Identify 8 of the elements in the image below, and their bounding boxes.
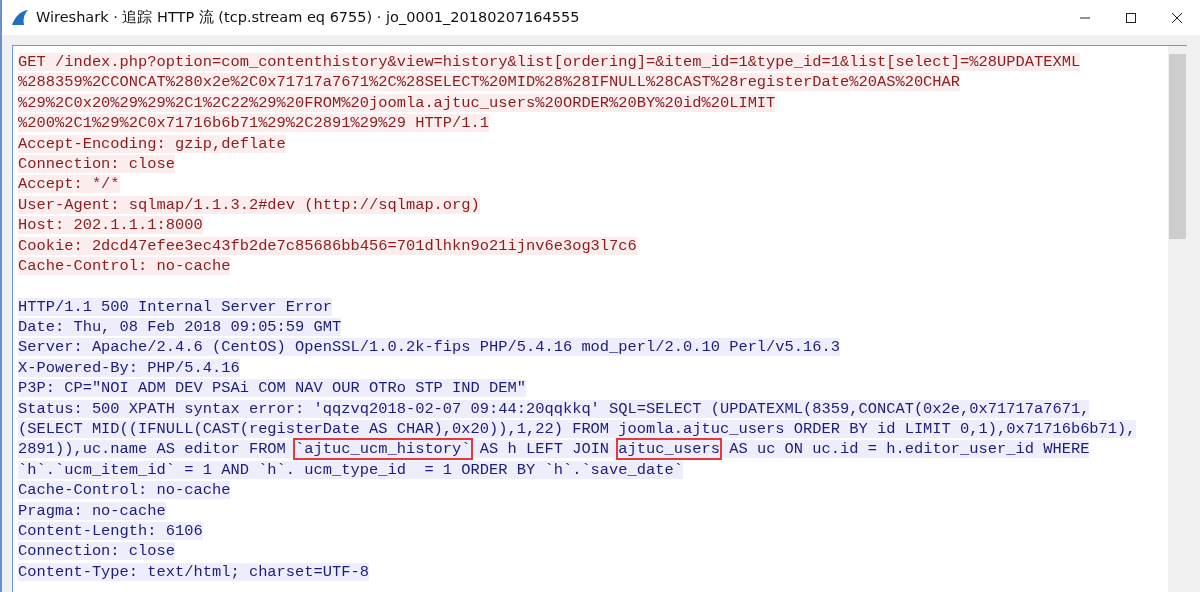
boxed-text: `ajtuc_ucm_history` [295,440,471,459]
window-title: Wireshark · 追踪 HTTP 流 (tcp.stream eq 6755) · jo_0001_20180207164555 [36,8,580,27]
scrollbar-thumb[interactable] [1169,54,1186,239]
boxed-text: ajtuc_users [618,440,720,459]
shark-fin-icon [10,7,30,28]
close-icon [1171,11,1183,24]
maximize-icon [1125,11,1137,24]
scrollbar[interactable] [1168,46,1187,592]
